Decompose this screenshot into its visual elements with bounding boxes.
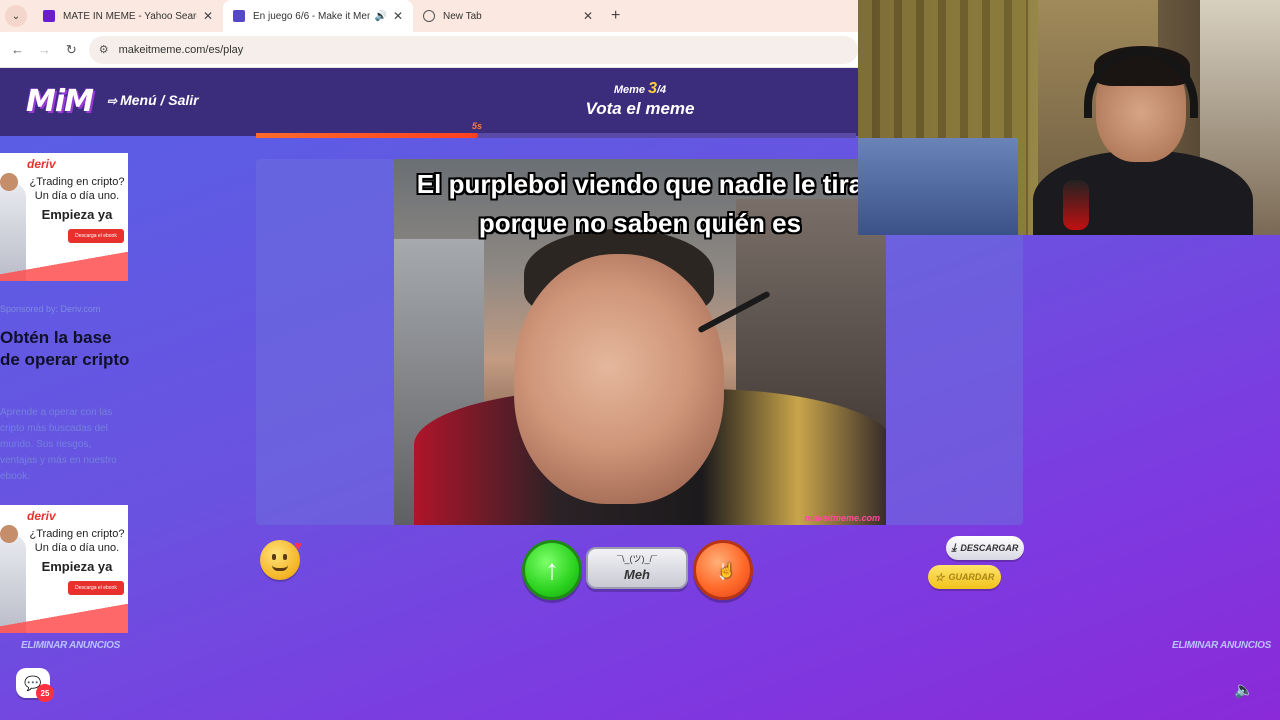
- chat-button[interactable]: 💬 25: [16, 668, 54, 702]
- menu-exit-label: Menú / Salir: [120, 92, 199, 108]
- forward-arrow-icon[interactable]: →: [31, 42, 58, 57]
- round-total: /4: [656, 84, 667, 96]
- site-info-icon[interactable]: ⚙: [99, 43, 109, 56]
- url-text: makeitmeme.com/es/play: [118, 43, 244, 56]
- speaker-icon[interactable]: 🔊: [374, 11, 386, 22]
- meme-watermark: makeitmeme.com: [804, 513, 880, 523]
- timer-label: 5s: [472, 121, 483, 131]
- url-field[interactable]: ⚙ makeitmeme.com/es/play: [88, 35, 858, 64]
- remove-ads-link-right[interactable]: ELIMINAR ANUNCIOS: [1172, 640, 1271, 651]
- site-logo[interactable]: MiM: [26, 84, 94, 119]
- heart-icon: ♥: [294, 538, 302, 553]
- webcam-overlay: [858, 0, 1280, 235]
- close-icon[interactable]: ✕: [393, 9, 403, 23]
- star-icon: ☆: [934, 571, 945, 584]
- meh-label: Meh: [624, 567, 650, 582]
- browser-tab-yahoo[interactable]: MATE IN MEME - Yahoo Search ✕: [33, 0, 223, 32]
- exit-icon: ⇨: [107, 94, 118, 108]
- ad-line2: Empieza ya: [41, 559, 113, 574]
- round-prefix: Meme: [613, 84, 646, 96]
- hand-cursor-icon: ☝: [718, 562, 736, 578]
- round-indicator: Meme 3/4 Vota el meme: [560, 80, 720, 119]
- ad-banner-bottom[interactable]: deriv ¿Trading en cripto? Un día o día u…: [0, 505, 128, 633]
- ad-decoration: [0, 245, 128, 281]
- download-icon: ⤓: [951, 541, 957, 554]
- ad-brand: deriv: [27, 509, 56, 523]
- phase-title: Vota el meme: [585, 99, 695, 118]
- ad-line1: ¿Trading en cripto? Un día o día uno.: [29, 176, 125, 202]
- meme-face: [514, 254, 724, 504]
- ad-cta-button[interactable]: Descarga el ebook: [68, 581, 124, 595]
- ad-line1: ¿Trading en cripto? Un día o día uno.: [29, 528, 125, 554]
- timer-bar: [256, 133, 478, 138]
- ad-cta-button[interactable]: Descarga el ebook: [68, 229, 124, 243]
- close-icon[interactable]: ✕: [203, 9, 213, 23]
- menu-exit-link[interactable]: ⇨ Menú / Salir: [107, 92, 199, 108]
- arrow-up-icon: ↑: [545, 554, 559, 585]
- save-label: GUARDAR: [948, 572, 995, 582]
- ad-decoration: [0, 597, 128, 633]
- reaction-emoji-button[interactable]: ♥: [260, 538, 302, 580]
- ad-banner-top[interactable]: deriv ¿Trading en cripto? Un día o día u…: [0, 153, 128, 281]
- ad-sponsor-text[interactable]: Sponsored by: Deriv.com: [0, 304, 100, 314]
- meme-caption: El purpleboi viendo que nadie le tira po…: [416, 169, 864, 238]
- tab-search-dropdown[interactable]: ⌄: [5, 5, 27, 27]
- download-button[interactable]: ⤓ DESCARGAR: [946, 536, 1024, 560]
- tab-title: New Tab: [443, 10, 482, 22]
- download-label: DESCARGAR: [960, 543, 1019, 553]
- address-bar: ← → ↻ ⚙ makeitmeme.com/es/play: [0, 32, 858, 68]
- close-icon[interactable]: ✕: [583, 9, 593, 23]
- round-current: 3: [648, 80, 657, 97]
- emoji-mouth: [272, 565, 288, 571]
- ad-line2: Empieza ya: [41, 207, 113, 222]
- emoji-eye: [272, 554, 276, 560]
- upvote-button[interactable]: ↑: [522, 540, 582, 600]
- meh-button[interactable]: ¯\_(ツ)_/¯ Meh: [586, 547, 688, 589]
- browser-tab-newtab[interactable]: New Tab ✕: [413, 0, 603, 32]
- yahoo-favicon-icon: [43, 10, 55, 22]
- browser-tab-makeitmeme[interactable]: En juego 6/6 - Make it Meme 🔊 ✕: [223, 0, 413, 32]
- save-button[interactable]: ☆ GUARDAR: [928, 565, 1001, 589]
- emoji-eye: [283, 554, 287, 560]
- back-arrow-icon[interactable]: ←: [4, 42, 31, 57]
- speaker-icon[interactable]: 🔈: [1234, 680, 1256, 699]
- makeitmeme-favicon-icon: [233, 10, 245, 22]
- reload-icon[interactable]: ↻: [58, 42, 85, 58]
- shrug-face: ¯\_(ツ)_/¯: [617, 554, 657, 564]
- new-tab-plus-icon[interactable]: +: [611, 7, 620, 25]
- globe-icon: [423, 10, 435, 22]
- chat-badge: 25: [36, 684, 54, 702]
- remove-ads-link-left[interactable]: ELIMINAR ANUNCIOS: [21, 640, 120, 651]
- tab-title: MATE IN MEME - Yahoo Search: [63, 10, 197, 22]
- ad-text-body[interactable]: Aprende a operar con las cripto más busc…: [0, 405, 124, 485]
- cam-bed: [858, 138, 1018, 235]
- meme-image: El purpleboi viendo que nadie le tira po…: [394, 159, 886, 525]
- ad-brand: deriv: [27, 157, 56, 171]
- ad-text-title[interactable]: Obtén la base de operar cripto: [0, 327, 130, 371]
- tab-title: En juego 6/6 - Make it Meme: [253, 10, 371, 22]
- browser-tab-strip: ⌄ MATE IN MEME - Yahoo Search ✕ En juego…: [0, 0, 858, 32]
- chevron-down-icon: ⌄: [11, 10, 21, 22]
- microphone-icon: [1063, 180, 1089, 230]
